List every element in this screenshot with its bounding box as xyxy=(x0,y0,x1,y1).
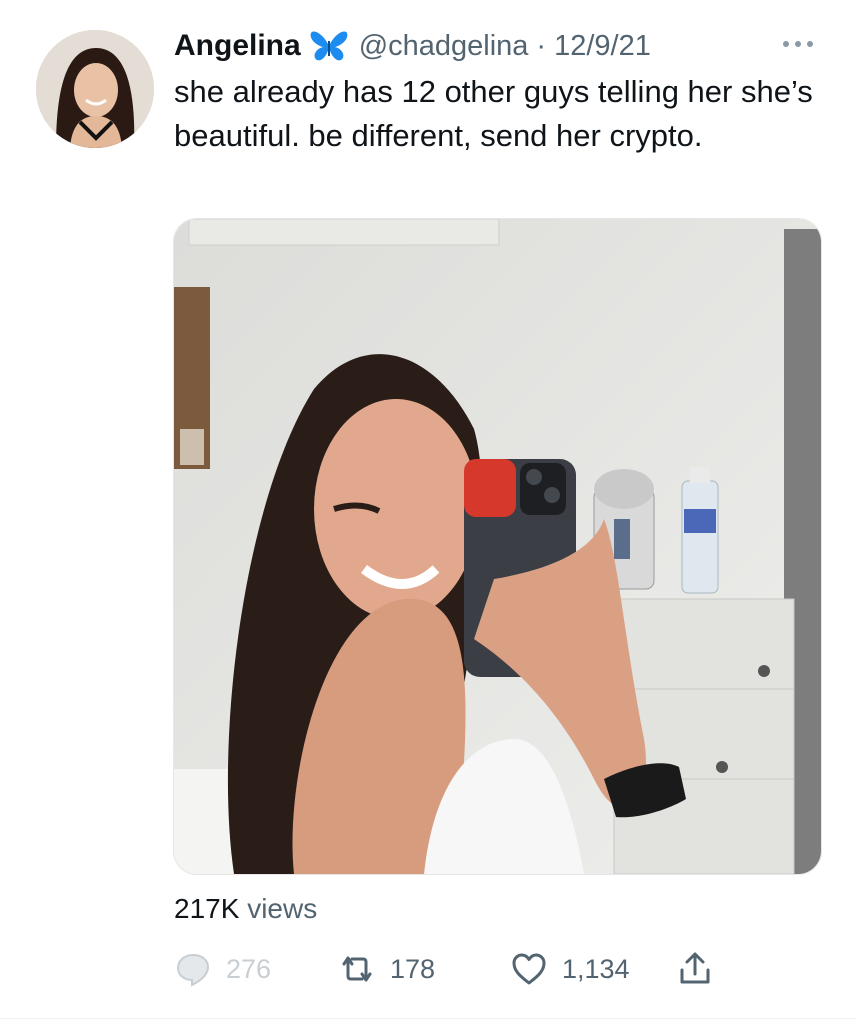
tweet-photo[interactable] xyxy=(173,218,822,875)
avatar-image xyxy=(36,30,154,148)
tweet[interactable]: Angelina @chadgelina · 12/9/21 she alrea… xyxy=(0,0,857,1024)
heart-icon xyxy=(512,953,546,985)
retweet-button[interactable]: 178 xyxy=(338,946,435,992)
tweet-text: she already has 12 other guys telling he… xyxy=(174,74,813,153)
reply-icon xyxy=(176,953,210,987)
tweet-date[interactable]: 12/9/21 xyxy=(554,30,651,63)
like-count: 1,134 xyxy=(562,953,630,984)
display-name[interactable]: Angelina xyxy=(174,29,301,63)
reply-button[interactable]: 276 xyxy=(174,946,271,992)
retweet-icon xyxy=(342,956,372,982)
tweet-actions: 276 178 1,134 xyxy=(174,946,734,992)
view-count-label: views xyxy=(247,893,318,924)
share-button[interactable] xyxy=(676,946,714,992)
separator-dot: · xyxy=(536,29,547,62)
divider xyxy=(0,1018,857,1019)
reply-count: 276 xyxy=(226,953,272,984)
username-handle[interactable]: @chadgelina xyxy=(359,30,529,63)
like-button[interactable]: 1,134 xyxy=(510,946,630,992)
avatar[interactable] xyxy=(36,30,154,148)
more-icon[interactable] xyxy=(779,32,817,56)
view-count: 217K views xyxy=(174,893,317,925)
tweet-header: Angelina @chadgelina · 12/9/21 xyxy=(174,26,827,66)
retweet-count: 178 xyxy=(390,953,436,984)
view-count-number: 217K xyxy=(174,893,240,924)
share-icon xyxy=(680,952,710,984)
butterfly-icon xyxy=(309,29,349,63)
